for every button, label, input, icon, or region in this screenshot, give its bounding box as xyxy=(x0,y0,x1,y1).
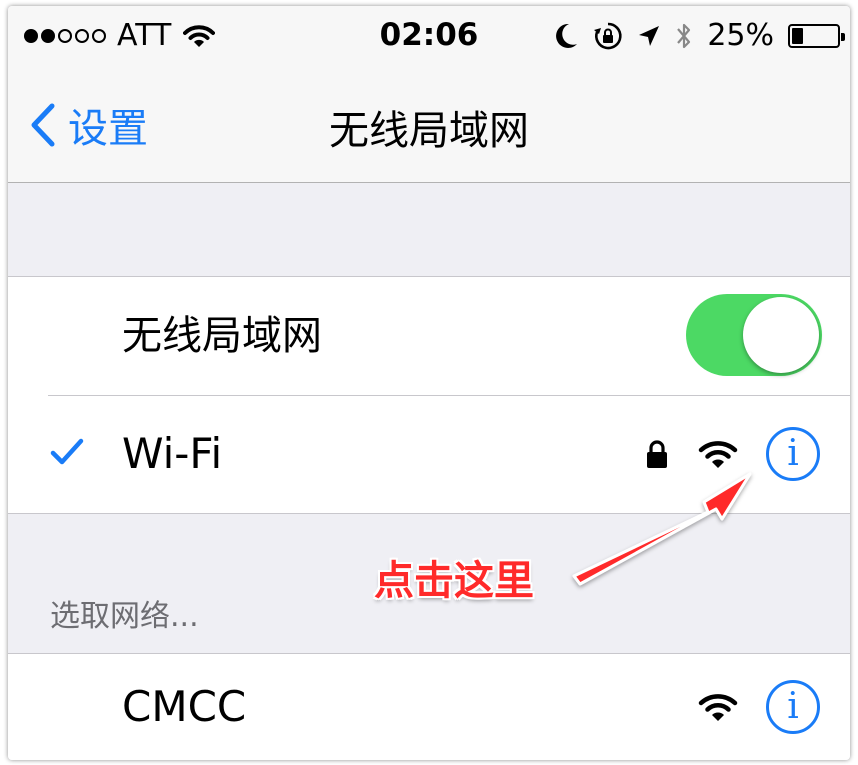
location-arrow-icon xyxy=(637,24,661,48)
toggle-knob xyxy=(743,297,819,373)
network-row[interactable]: CMCC i xyxy=(8,654,850,760)
network-name: CMCC xyxy=(122,682,247,731)
battery-icon xyxy=(788,23,845,48)
rotation-lock-icon xyxy=(593,21,623,51)
navigation-bar: 设置 无线局域网 xyxy=(8,64,850,183)
checkmark-icon xyxy=(50,438,84,465)
wlan-settings-group: 无线局域网 Wi-Fi i xyxy=(8,276,850,514)
page-title: 无线局域网 xyxy=(329,108,529,154)
wlan-toggle-label: 无线局域网 xyxy=(122,313,322,359)
phone-screen: ATT 02:06 25% 设置 无线局域网 无线局域网 Wi-Fi i 选取网… xyxy=(8,6,850,760)
bluetooth-icon xyxy=(675,20,693,52)
network-accessories: i xyxy=(698,648,820,760)
status-right: 25% xyxy=(539,18,845,53)
lock-icon xyxy=(647,440,667,468)
battery-percent: 25% xyxy=(707,18,774,53)
status-bar: ATT 02:06 25% xyxy=(8,6,850,64)
wlan-toggle-switch[interactable] xyxy=(686,294,822,376)
wifi-signal-icon xyxy=(698,694,738,721)
wlan-toggle-row: 无线局域网 xyxy=(8,277,850,395)
choose-network-header: 选取网络... xyxy=(50,599,199,634)
wifi-signal-icon xyxy=(698,441,738,468)
available-networks-group: CMCC i xyxy=(8,653,850,760)
info-button[interactable]: i xyxy=(766,680,820,734)
info-button[interactable]: i xyxy=(766,427,820,481)
annotation-label: 点击这里 xyxy=(374,558,534,604)
connected-network-row[interactable]: Wi-Fi i xyxy=(8,395,850,513)
connected-network-accessories: i xyxy=(646,395,820,513)
connected-network-name: Wi-Fi xyxy=(122,429,223,478)
moon-icon xyxy=(553,22,579,50)
